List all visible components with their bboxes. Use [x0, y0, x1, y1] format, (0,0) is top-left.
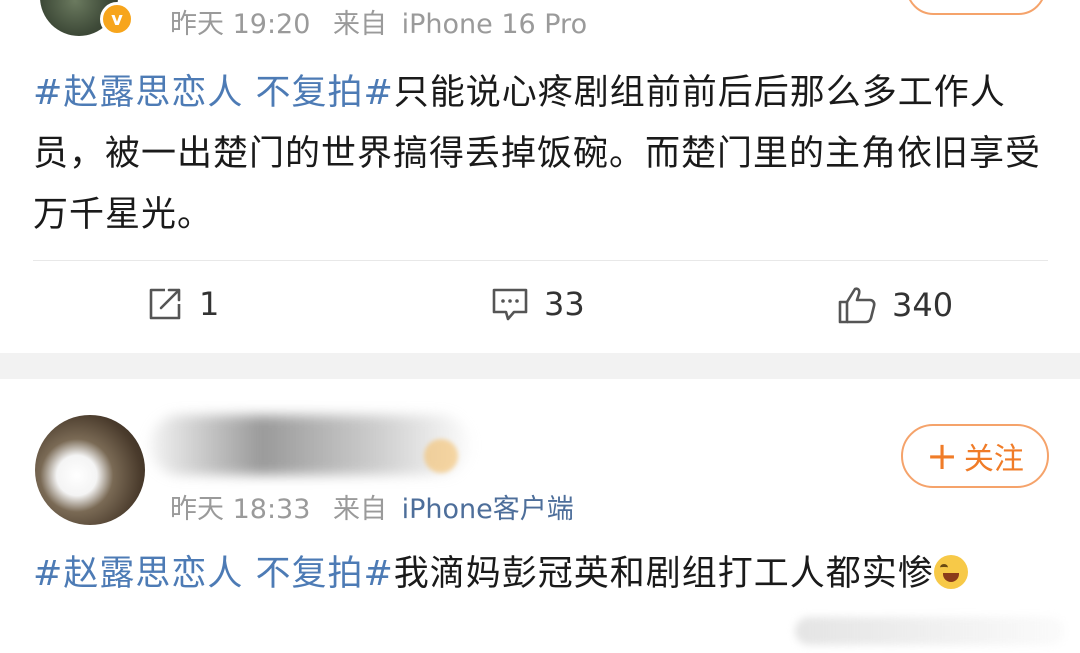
weibo-post-2: + 关注 昨天 18:33 来自 iPhone客户端 #赵露思恋人 不复拍#我滴… — [0, 379, 1080, 653]
post-meta: 昨天 19:20 来自 iPhone 16 Pro — [170, 2, 587, 41]
faded-content — [795, 617, 1065, 645]
hashtag-link[interactable]: #赵露思恋人 不复拍# — [33, 554, 394, 594]
hashtag-link[interactable]: #赵露思恋人 不复拍# — [33, 73, 394, 113]
follow-label: 关注 — [963, 442, 1024, 477]
source-prefix: 来自 — [333, 9, 387, 40]
source-prefix: 来自 — [333, 494, 387, 525]
repost-icon — [149, 288, 181, 320]
follow-button[interactable]: + 关注 — [901, 424, 1049, 488]
verified-badge-icon — [424, 439, 458, 473]
plus-icon: + — [926, 434, 958, 478]
repost-count: 1 — [199, 285, 220, 323]
post-text: 我滴妈彭冠英和剧组打工人都实惨 — [393, 554, 934, 594]
comment-button[interactable]: 33 — [490, 284, 585, 324]
comment-count: 33 — [544, 285, 585, 323]
post-time: 昨天 18:33 — [170, 494, 311, 525]
repost-button[interactable]: 1 — [145, 284, 219, 324]
source-device[interactable]: iPhone 16 Pro — [402, 9, 588, 40]
post-content: #赵露思恋人 不复拍#我滴妈彭冠英和剧组打工人都实惨 — [33, 544, 1048, 605]
divider — [33, 260, 1048, 261]
blurred-username — [150, 415, 470, 475]
thumbs-up-icon — [838, 287, 876, 324]
comment-icon — [492, 288, 528, 321]
laughing-tears-emoji — [933, 555, 968, 589]
weibo-post-1: v 昨天 19:20 来自 iPhone 16 Pro #赵露思恋人 不复拍#只… — [0, 0, 1080, 353]
follow-button[interactable] — [906, 0, 1046, 15]
post-content: #赵露思恋人 不复拍#只能说心疼剧组前前后后那么多工作人员，被一出楚门的世界搞得… — [33, 63, 1048, 246]
post-time: 昨天 19:20 — [170, 9, 311, 40]
like-count: 340 — [892, 286, 954, 324]
source-device[interactable]: iPhone客户端 — [402, 494, 574, 525]
post-separator — [0, 353, 1080, 379]
avatar[interactable] — [35, 415, 145, 525]
post-meta: 昨天 18:33 来自 iPhone客户端 — [170, 487, 574, 526]
like-button[interactable]: 340 — [836, 284, 953, 326]
verified-badge-icon: v — [100, 2, 134, 36]
